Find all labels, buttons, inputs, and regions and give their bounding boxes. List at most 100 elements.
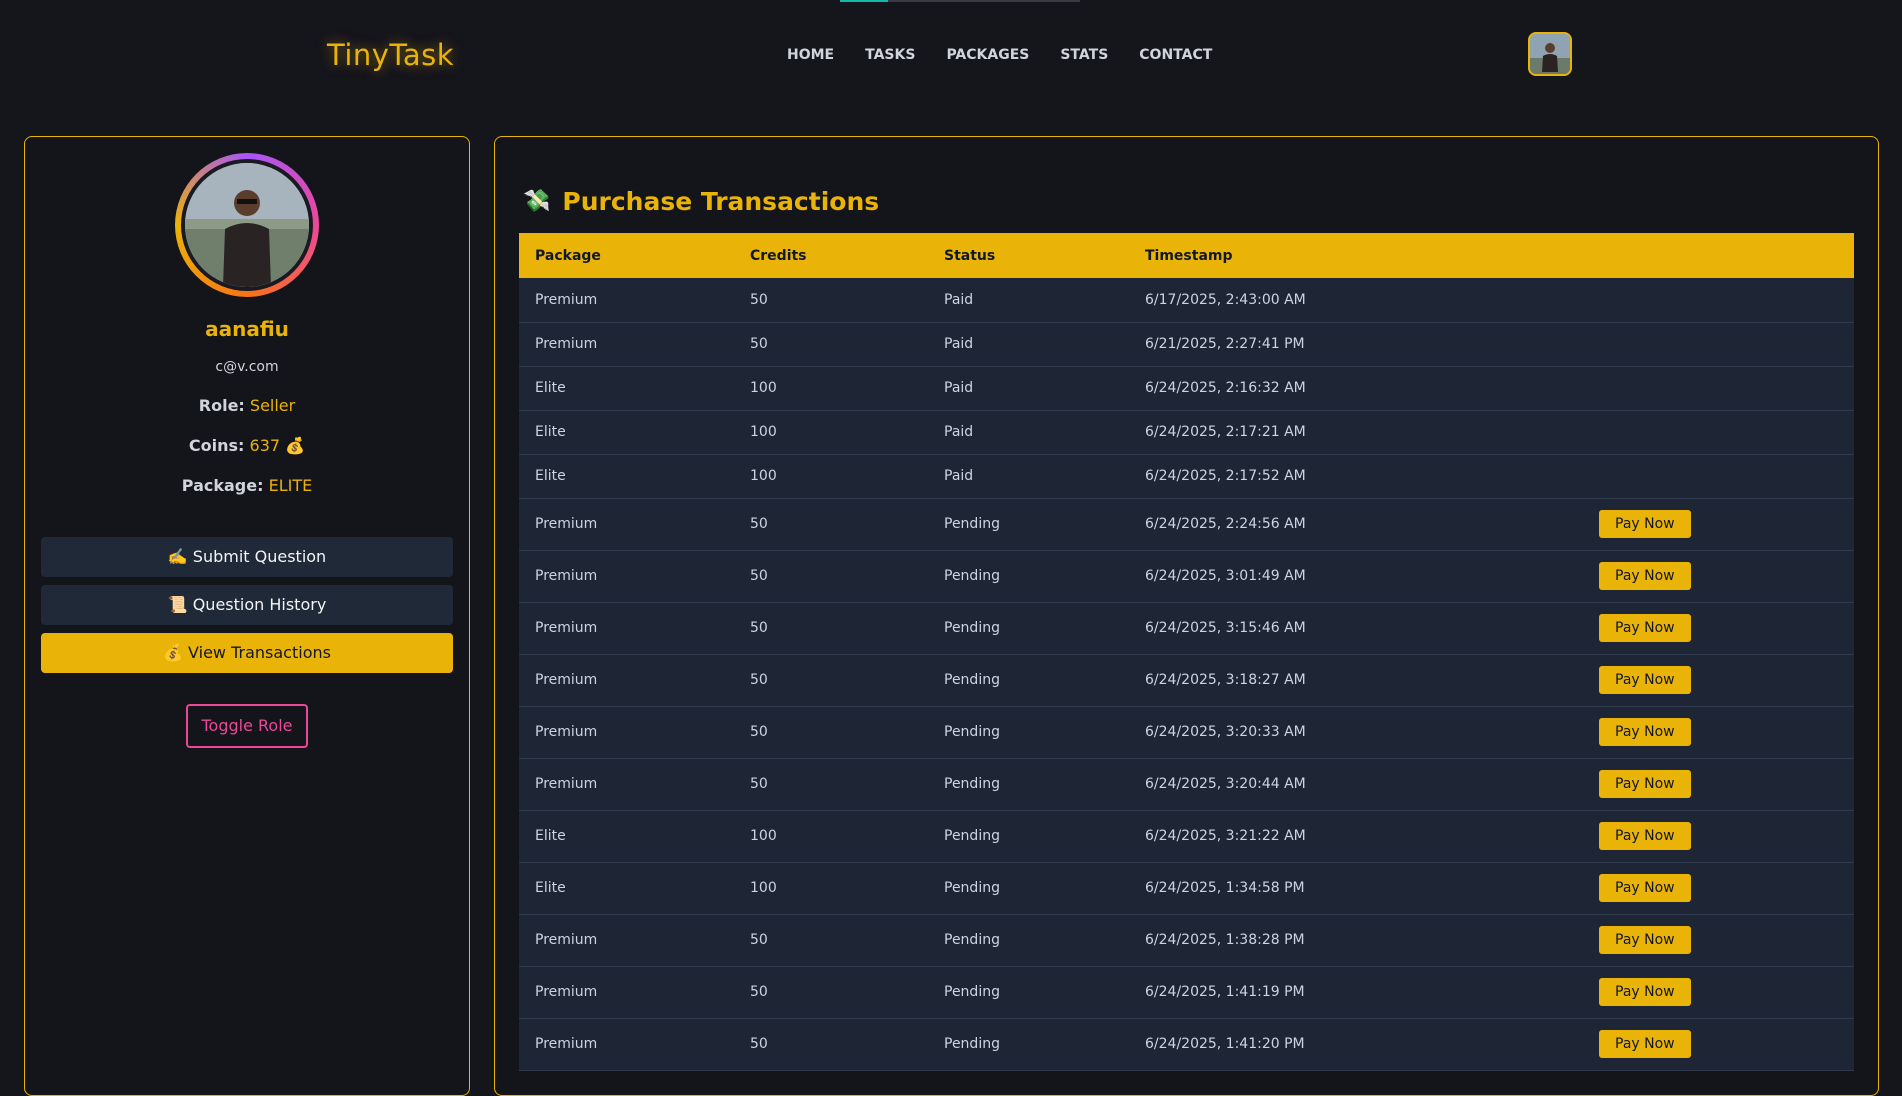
cell-status: Paid [944, 380, 974, 396]
cell-action: Pay Now [1583, 1018, 1854, 1070]
cell-credits: 50 [750, 620, 768, 636]
cell-package: Premium [535, 776, 598, 792]
col-package: Package [535, 247, 601, 264]
cell-status: Paid [944, 291, 974, 308]
col-credits: Credits [750, 247, 807, 264]
table-row: Premium 50 Pending 6/24/2025, 3:18:27 AM Pay… [519, 654, 1854, 706]
cell-package: Elite [535, 880, 566, 896]
question-history-button[interactable]: 📜 Question History [41, 585, 453, 625]
cell-credits: 100 [750, 828, 777, 844]
cell-package: Elite [535, 424, 566, 440]
cell-credits: 50 [750, 984, 768, 1000]
cell-package: Premium [535, 984, 598, 1000]
table-row: Premium 50 Pending 6/24/2025, 1:41:19 PM Pay… [519, 966, 1854, 1018]
pay-now-button[interactable]: Pay Now [1599, 978, 1691, 1006]
table-row: Premium 50 Paid 6/17/2025, 2:43:00 AM [519, 278, 1854, 322]
nav-user-avatar[interactable] [1528, 32, 1572, 76]
cell-status: Paid [944, 336, 974, 352]
cell-timestamp: 6/24/2025, 3:21:22 AM [1145, 828, 1306, 844]
profile-coins: Coins: 637 💰 [25, 436, 469, 455]
nav-contact[interactable]: CONTACT [1139, 47, 1212, 63]
cell-timestamp: 6/24/2025, 2:17:52 AM [1145, 468, 1306, 484]
cell-credits: 50 [750, 724, 768, 740]
cell-action: Pay Now [1583, 498, 1854, 550]
nav-packages[interactable]: PACKAGES [946, 47, 1029, 63]
cell-credits: 100 [750, 468, 777, 484]
cell-status: Pending [944, 724, 1000, 740]
cell-action: Pay Now [1583, 654, 1854, 706]
profile-email: c@v.com [215, 359, 279, 375]
cell-package: Premium [535, 620, 598, 636]
cell-timestamp: 6/24/2025, 3:15:46 AM [1145, 620, 1306, 636]
cell-timestamp: 6/24/2025, 3:20:44 AM [1145, 776, 1306, 792]
cell-action [1583, 322, 1854, 366]
table-row: Premium 50 Pending 6/24/2025, 3:20:44 AM Pay… [519, 758, 1854, 810]
cell-action: Pay Now [1583, 602, 1854, 654]
cell-action: Pay Now [1583, 758, 1854, 810]
pay-now-button[interactable]: Pay Now [1599, 718, 1691, 746]
table-row: Premium 50 Pending 6/24/2025, 2:24:56 AM Pay… [519, 498, 1854, 550]
nav-stats[interactable]: STATS [1060, 47, 1108, 63]
cell-package: Premium [535, 724, 598, 740]
table-row: Premium 50 Pending 6/24/2025, 3:20:33 AM Pay… [519, 706, 1854, 758]
nav-home[interactable]: HOME [787, 47, 834, 63]
cell-package: Elite [535, 828, 566, 844]
pay-now-button[interactable]: Pay Now [1599, 926, 1691, 954]
col-action [1583, 233, 1854, 278]
pay-now-button[interactable]: Pay Now [1599, 1030, 1691, 1058]
pay-now-button[interactable]: Pay Now [1599, 614, 1691, 642]
cell-credits: 100 [750, 380, 777, 396]
cell-status: Pending [944, 516, 1000, 532]
table-row: Premium 50 Pending 6/24/2025, 3:01:49 AM Pay… [519, 550, 1854, 602]
cell-action: Pay Now [1583, 966, 1854, 1018]
cell-package: Premium [535, 672, 598, 688]
cell-status: Paid [944, 424, 974, 440]
pay-now-button[interactable]: Pay Now [1599, 770, 1691, 798]
table-row: Elite 100 Pending 6/24/2025, 3:21:22 AM Pay … [519, 810, 1854, 862]
submit-question-button[interactable]: ✍️ Submit Question [41, 537, 453, 577]
nav-tasks[interactable]: TASKS [865, 47, 915, 63]
cell-package: Premium [535, 568, 598, 584]
cell-timestamp: 6/24/2025, 2:24:56 AM [1145, 516, 1306, 532]
user-photo-icon [1530, 34, 1570, 74]
money-wings-icon: 💸 [523, 189, 551, 214]
cell-action: Pay Now [1583, 706, 1854, 758]
cell-package: Premium [535, 932, 598, 948]
cell-action: Pay Now [1583, 862, 1854, 914]
cell-timestamp: 6/24/2025, 3:20:33 AM [1145, 724, 1306, 740]
profile-avatar-ring [175, 153, 319, 297]
cell-timestamp: 6/24/2025, 3:01:49 AM [1145, 568, 1306, 584]
cell-credits: 50 [750, 568, 768, 584]
pay-now-button[interactable]: Pay Now [1599, 562, 1691, 590]
page-title: 💸 Purchase Transactions [523, 187, 879, 216]
package-label: Package: [181, 476, 264, 495]
cell-credits: 50 [750, 1036, 768, 1052]
cell-timestamp: 6/24/2025, 1:41:19 PM [1145, 984, 1305, 1000]
cell-package: Premium [535, 1036, 598, 1052]
cell-action [1583, 454, 1854, 498]
cell-package: Elite [535, 380, 566, 396]
cell-timestamp: 6/24/2025, 3:18:27 AM [1145, 672, 1306, 688]
cell-timestamp: 6/21/2025, 2:27:41 PM [1145, 336, 1305, 352]
col-timestamp: Timestamp [1145, 247, 1233, 264]
package-value: ELITE [268, 476, 313, 495]
cell-credits: 100 [750, 880, 777, 896]
pay-now-button[interactable]: Pay Now [1599, 874, 1691, 902]
table-header-row: Package Credits Status Timestamp [519, 233, 1854, 278]
cell-status: Pending [944, 672, 1000, 688]
cell-status: Pending [944, 932, 1000, 948]
cell-credits: 100 [750, 424, 777, 440]
cell-credits: 50 [750, 932, 768, 948]
table-row: Elite 100 Pending 6/24/2025, 1:34:58 PM Pay … [519, 862, 1854, 914]
toggle-role-button[interactable]: Toggle Role [186, 704, 308, 748]
view-transactions-button[interactable]: 💰 View Transactions [41, 633, 453, 673]
cell-status: Pending [944, 984, 1000, 1000]
cell-timestamp: 6/17/2025, 2:43:00 AM [1145, 291, 1306, 308]
brand-logo[interactable]: TinyTask [327, 38, 454, 72]
pay-now-button[interactable]: Pay Now [1599, 666, 1691, 694]
cell-timestamp: 6/24/2025, 2:16:32 AM [1145, 380, 1306, 396]
pay-now-button[interactable]: Pay Now [1599, 822, 1691, 850]
cell-action [1583, 366, 1854, 410]
pay-now-button[interactable]: Pay Now [1599, 510, 1691, 538]
cell-package: Premium [535, 291, 598, 308]
